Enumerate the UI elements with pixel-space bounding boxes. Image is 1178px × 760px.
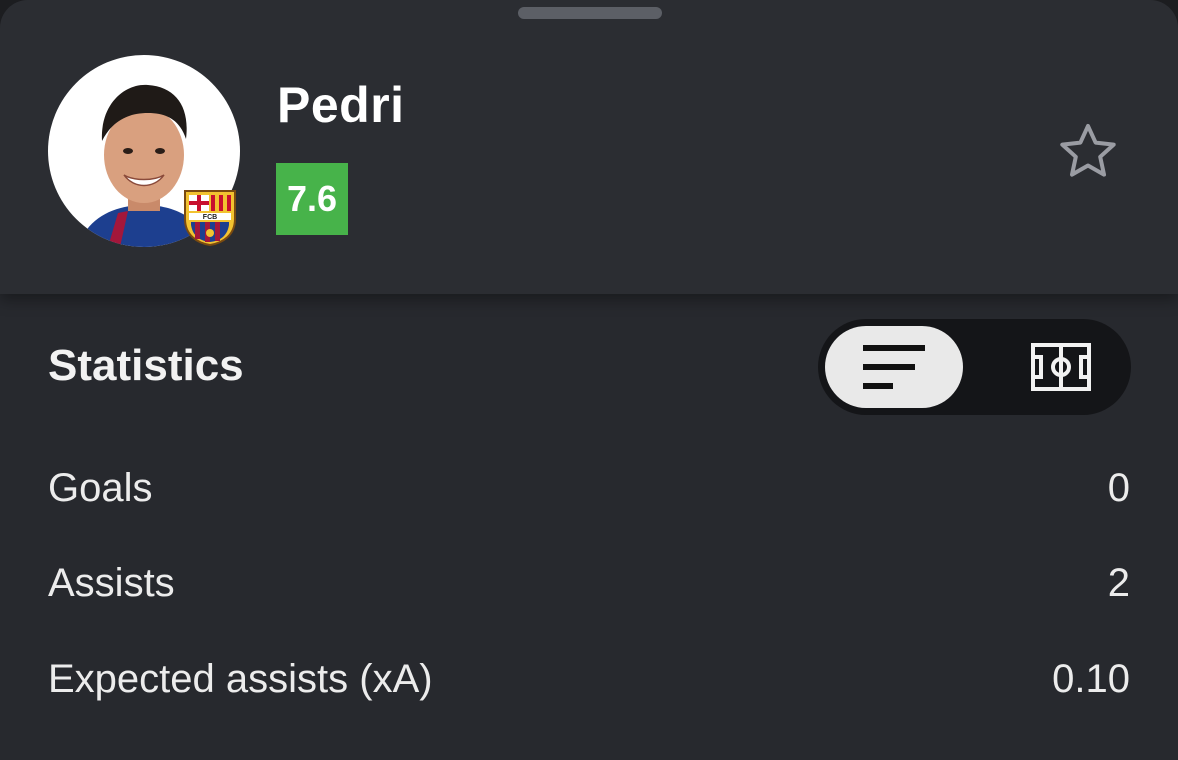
view-toggle [818, 319, 1131, 415]
favorite-button[interactable] [1057, 121, 1119, 183]
list-icon [863, 345, 925, 389]
statistics-heading: Statistics [48, 341, 244, 390]
stat-row-expected-assists: Expected assists (xA) 0.10 [48, 649, 1130, 709]
star-outline-icon [1060, 124, 1116, 177]
player-name: Pedri [277, 77, 405, 133]
list-view-button[interactable] [825, 326, 963, 408]
stat-value: 0 [1107, 465, 1130, 510]
player-bottom-sheet: FCB Pedri 7.6 Statistics Goals 0 Assists… [0, 0, 1178, 760]
stat-label: Assists [48, 560, 175, 605]
stat-label: Goals [48, 465, 153, 510]
stat-value: 0.10 [1052, 656, 1130, 701]
club-crest-text: FCB [203, 214, 217, 221]
pitch-view-button[interactable] [998, 326, 1124, 408]
club-crest-icon: FCB [184, 190, 236, 247]
stat-label: Expected assists (xA) [48, 656, 433, 701]
stat-value: 2 [1107, 560, 1130, 605]
stat-row-assists: Assists 2 [48, 553, 1130, 613]
stat-row-goals: Goals 0 [48, 458, 1130, 518]
pitch-icon [1031, 343, 1091, 391]
player-header: FCB Pedri 7.6 [0, 0, 1178, 294]
rating-badge: 7.6 [276, 163, 348, 235]
drag-handle[interactable] [518, 7, 662, 19]
